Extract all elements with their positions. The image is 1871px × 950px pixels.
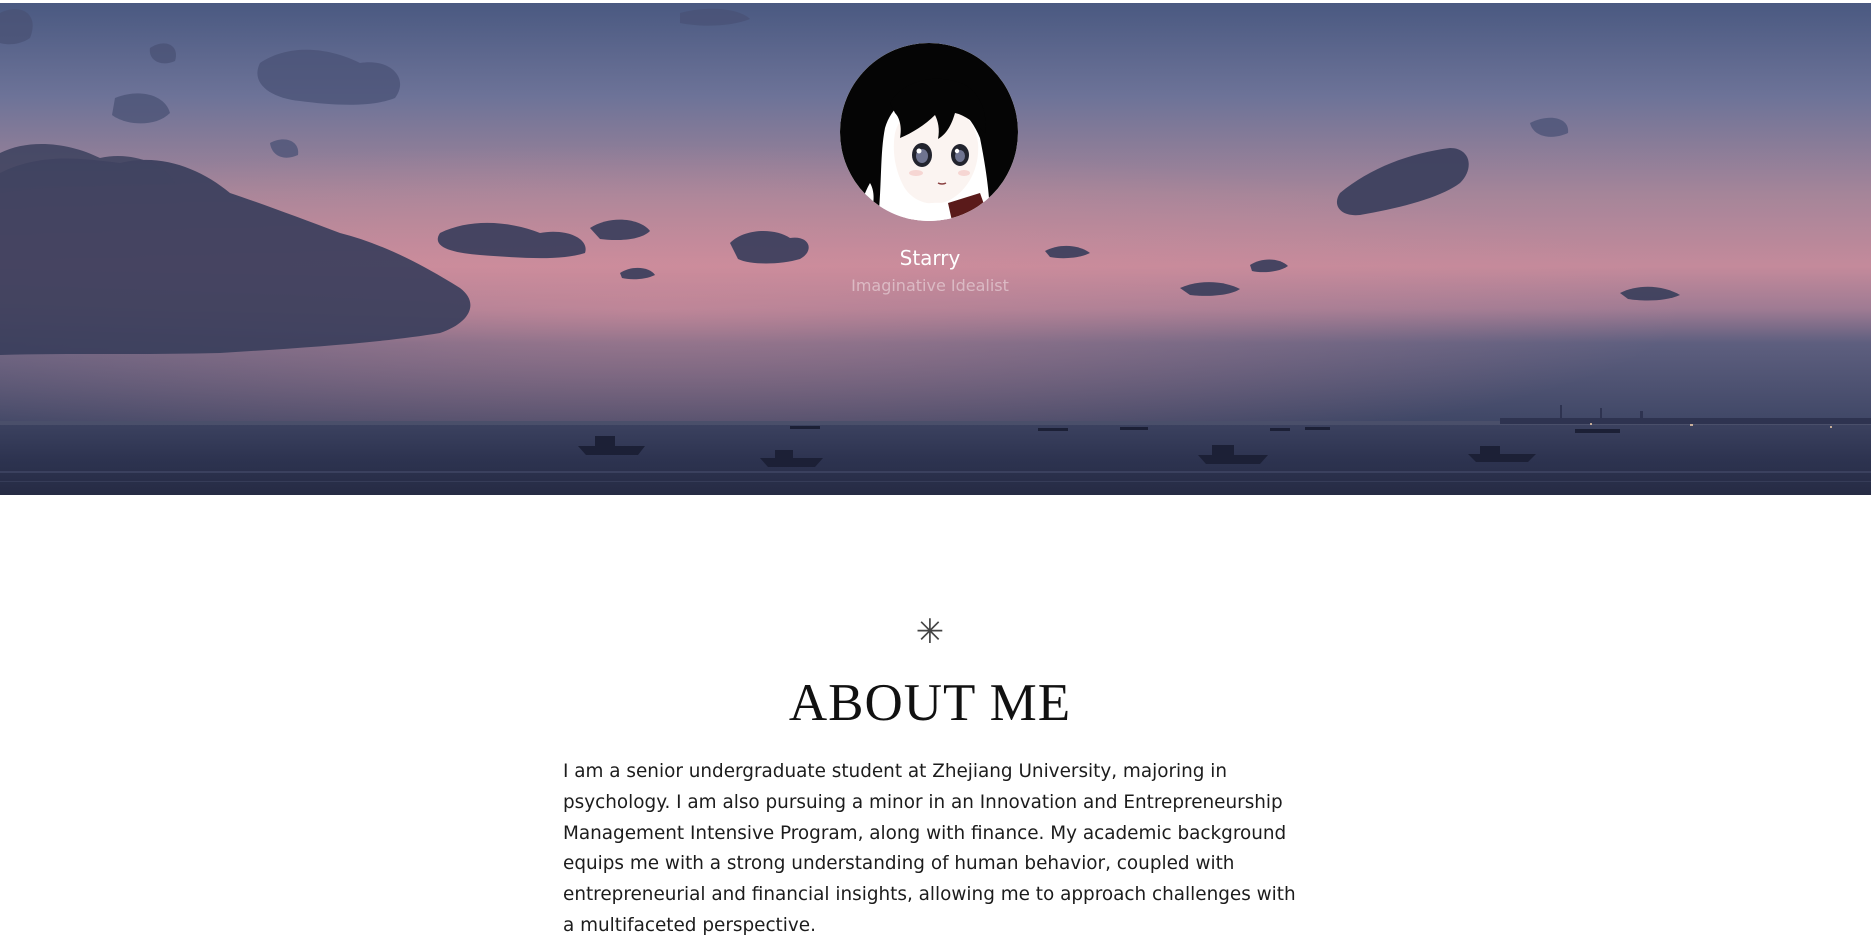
- about-paragraph: I am a senior undergraduate student at Z…: [563, 761, 1296, 936]
- section-title: ABOUT ME: [788, 674, 1072, 732]
- hero-banner: Starry Imaginative Idealist: [0, 3, 1871, 495]
- profile-avatar[interactable]: [840, 43, 1018, 221]
- profile-name: Starry: [899, 246, 961, 270]
- anime-girl-avatar-icon: [840, 43, 1018, 221]
- profile-tagline: Imaginative Idealist: [851, 276, 1009, 295]
- asterisk-icon: ✳: [915, 612, 945, 652]
